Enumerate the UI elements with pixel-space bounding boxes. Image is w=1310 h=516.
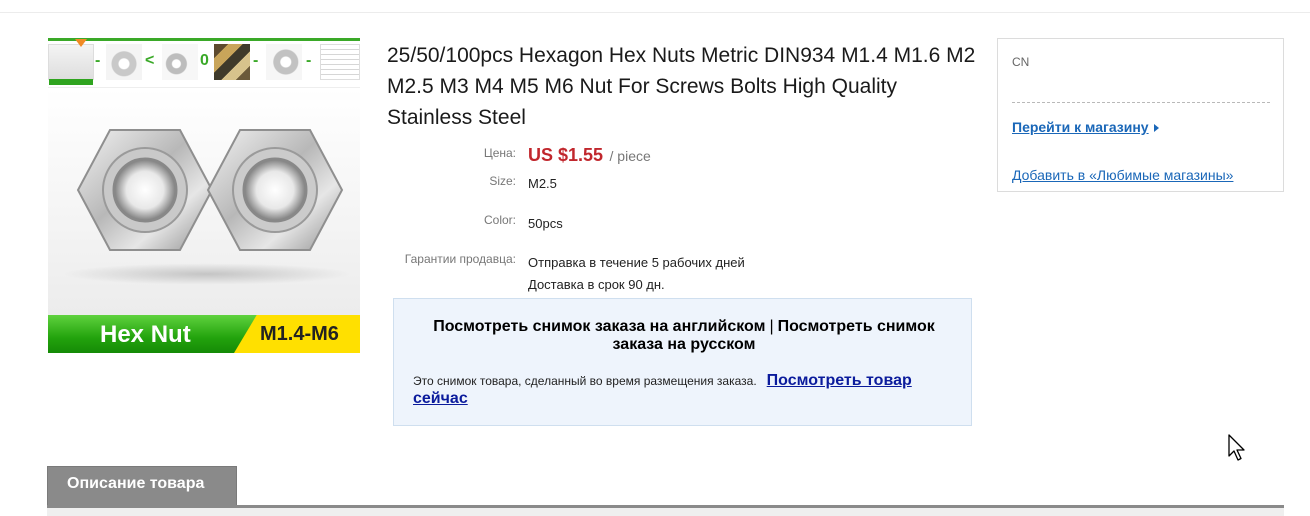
thumbnail-2[interactable] (106, 44, 142, 80)
hex-nut-icon (76, 129, 214, 251)
thumbnail-separator: - (253, 52, 259, 69)
guarantee-shipping: Отправка в течение 5 рабочих дней (528, 255, 745, 270)
go-to-store-link[interactable]: Перейти к магазину (1012, 119, 1159, 135)
top-divider (0, 12, 1310, 13)
thumbnail-6[interactable] (320, 44, 360, 80)
product-image[interactable]: - < 0 - - Hex Nut M1.4-M6 (48, 38, 360, 353)
order-snapshot-box: Посмотреть снимок заказа на английском | П… (393, 298, 972, 426)
caret-right-icon (1153, 124, 1159, 133)
size-value: M2.5 (528, 176, 557, 191)
color-label: Color: (483, 213, 516, 227)
color-value: 50pcs (528, 216, 563, 231)
go-to-store-label: Перейти к магазину (1012, 119, 1149, 135)
price: US $1.55 / piece (528, 145, 651, 166)
price-value: US $1.55 (528, 145, 604, 165)
tab-product-description[interactable]: Описание товара (47, 466, 237, 506)
size-label: Size: (489, 174, 516, 188)
thumbnail-separator: < (145, 52, 155, 69)
banner-title: Hex Nut (100, 321, 191, 348)
add-favorite-store-link[interactable]: Добавить в «Любимые магазины» (1012, 167, 1233, 183)
product-photo (48, 88, 360, 315)
thumbnail-separator: - (306, 52, 312, 69)
thumbnail-1[interactable] (48, 39, 94, 85)
mouse-cursor-icon (1228, 434, 1245, 461)
store-country: CN (1012, 55, 1030, 69)
thumbnail-separator: 0 (200, 52, 209, 69)
guarantee-label: Гарантии продавца: (404, 252, 516, 266)
snapshot-english-link[interactable]: Посмотреть снимок заказа на английском (433, 318, 765, 335)
snapshot-note-text: Это снимок товара, сделанный во время ра… (413, 374, 757, 388)
thumbnail-5[interactable] (266, 44, 302, 80)
store-info-box: CN Перейти к магазину Добавить в «Любимы… (997, 38, 1284, 192)
price-label: Цена: (483, 146, 516, 160)
banner-size: M1.4-M6 (260, 323, 339, 345)
snapshot-link-separator: | (769, 318, 774, 335)
thumbnail-3[interactable] (162, 44, 198, 80)
snapshot-note: Это снимок товара, сделанный во время ра… (413, 372, 958, 408)
hex-nut-icon (206, 129, 344, 251)
thumbnail-separator: - (95, 52, 101, 69)
nut-shadow (62, 263, 352, 285)
product-banner: Hex Nut M1.4-M6 (48, 315, 360, 353)
price-unit: / piece (609, 148, 651, 164)
product-title: 25/50/100pcs Hexagon Hex Nuts Metric DIN… (387, 44, 976, 129)
thumbnail-strip: - < 0 - - (48, 38, 360, 88)
store-divider (1012, 102, 1270, 103)
thumbnail-strip-accent (48, 38, 360, 41)
tab-panel (47, 508, 1284, 516)
guarantee-delivery: Доставка в срок 90 дн. (528, 277, 665, 292)
snapshot-language-links: Посмотреть снимок заказа на английском | П… (424, 318, 944, 354)
thumbnail-4[interactable] (214, 44, 250, 80)
